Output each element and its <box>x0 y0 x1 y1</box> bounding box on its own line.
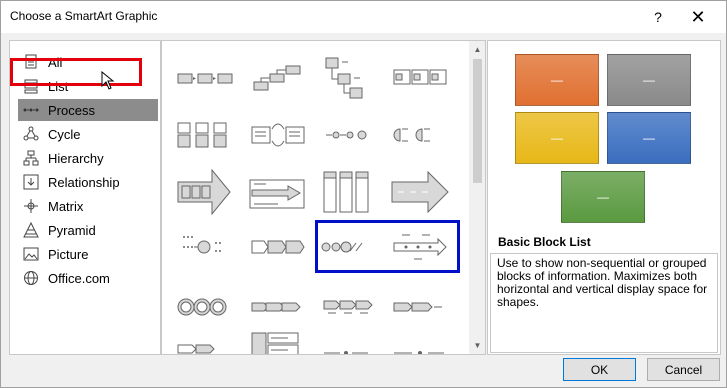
layout-interconnected-blocks[interactable] <box>390 329 450 355</box>
layout-random-to-result[interactable] <box>320 329 380 355</box>
category-item-hierarchy[interactable]: Hierarchy <box>18 147 158 169</box>
layout-detailed-process[interactable] <box>174 329 234 355</box>
category-item-matrix[interactable]: Matrix <box>18 195 158 217</box>
layout-step-up-process[interactable] <box>250 54 310 102</box>
category-label: Hierarchy <box>48 150 104 166</box>
layout-title: Basic Block List <box>498 235 591 249</box>
category-label: All <box>48 54 63 70</box>
layout-gear-arrow[interactable] <box>390 168 450 216</box>
layout-description: Use to show non-sequential or grouped bl… <box>490 253 718 353</box>
category-item-process[interactable]: Process <box>18 99 158 121</box>
layout-segmented-process[interactable] <box>320 168 380 216</box>
category-label: Picture <box>48 246 89 262</box>
layout-continuous-block-process[interactable] <box>250 113 310 161</box>
layout-arrow-ribbon[interactable] <box>390 223 450 271</box>
layout-closed-chevron-process[interactable] <box>248 283 308 331</box>
pyramid-icon <box>22 222 40 238</box>
process-icon <box>22 102 40 118</box>
layout-process-arrows[interactable] <box>174 168 234 216</box>
relationship-icon <box>22 174 40 190</box>
layout-circle-arrow-process[interactable] <box>174 223 234 271</box>
category-item-relationship[interactable]: Relationship <box>18 171 158 193</box>
dialog-title: Choose a SmartArt Graphic <box>10 9 158 23</box>
preview-block-orange: — <box>515 54 599 106</box>
preview-block-gray: — <box>607 54 691 106</box>
gallery-scrollbar[interactable]: ▲ ▼ <box>469 41 485 354</box>
scroll-up-arrow-icon[interactable]: ▲ <box>469 41 485 58</box>
layout-basic-chevron-process[interactable] <box>248 223 308 271</box>
category-label: Pyramid <box>48 222 96 238</box>
layout-chevron-list[interactable] <box>320 283 380 331</box>
category-label: Cycle <box>48 126 81 142</box>
picture-icon <box>22 246 40 262</box>
preview-block-yellow: — <box>515 112 599 164</box>
category-item-cycle[interactable]: Cycle <box>18 123 158 145</box>
category-label: Process <box>48 102 95 118</box>
category-item-picture[interactable]: Picture <box>18 243 158 265</box>
category-item-all[interactable]: All <box>18 51 158 73</box>
layout-basic-process[interactable] <box>174 54 234 102</box>
layout-repeating-bending-chevron[interactable] <box>390 283 450 331</box>
hierarchy-icon <box>22 150 40 166</box>
title-bar: Choose a SmartArt Graphic ? ✕ <box>1 1 726 33</box>
layout-sub-step-process[interactable] <box>320 223 380 271</box>
scrollbar-thumb[interactable] <box>473 59 482 183</box>
category-label: Matrix <box>48 198 84 214</box>
category-item-office-com[interactable]: Office.com <box>18 267 158 289</box>
layout-circle-process[interactable] <box>322 113 382 161</box>
preview-block-blue: — <box>607 112 691 164</box>
category-label: List <box>48 78 69 94</box>
category-label: Relationship <box>48 174 120 190</box>
close-button[interactable]: ✕ <box>678 1 718 33</box>
mouse-cursor-icon <box>101 71 115 90</box>
layout-half-circle-process[interactable] <box>390 113 450 161</box>
layout-upward-arrow-list[interactable] <box>248 168 308 216</box>
layout-circle-chain[interactable] <box>174 283 234 331</box>
layout-step-down-process[interactable] <box>322 54 382 102</box>
globe-icon <box>22 270 40 286</box>
preview-block-green: — <box>561 171 645 223</box>
scroll-down-arrow-icon[interactable]: ▼ <box>469 337 485 354</box>
matrix-icon <box>22 198 40 214</box>
list-icon <box>22 78 40 94</box>
smartart-dialog: Choose a SmartArt Graphic ? ✕ All List P… <box>0 0 727 388</box>
layout-phased-process[interactable] <box>248 329 308 355</box>
layout-alternating-flow[interactable] <box>174 113 234 161</box>
cancel-button[interactable]: Cancel <box>647 358 720 381</box>
layout-accent-process[interactable] <box>390 54 450 102</box>
preview-pane: — — — — — Basic Block List Use to show n… <box>487 40 721 355</box>
cycle-icon <box>22 126 40 142</box>
category-list: All List Process Cycle Hierarchy Relatio… <box>9 40 161 355</box>
layout-gallery: ▲ ▼ <box>161 40 486 355</box>
category-label: Office.com <box>48 270 110 286</box>
help-button[interactable]: ? <box>638 1 678 33</box>
all-icon <box>22 54 40 70</box>
ok-button[interactable]: OK <box>563 358 636 381</box>
category-item-pyramid[interactable]: Pyramid <box>18 219 158 241</box>
category-item-list[interactable]: List <box>18 75 158 97</box>
